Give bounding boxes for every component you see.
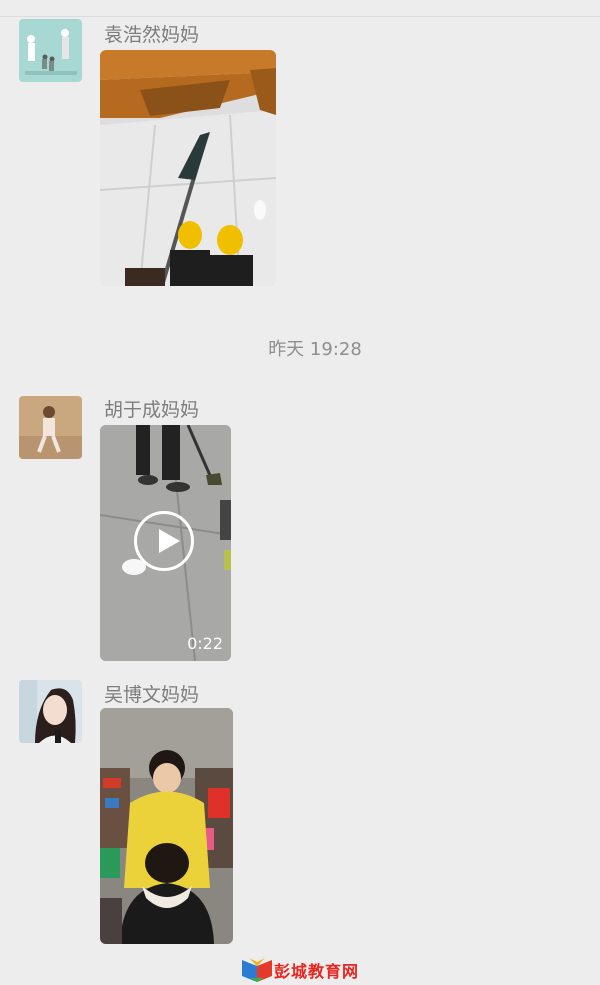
image-message[interactable]: [100, 708, 233, 944]
avatar[interactable]: [19, 680, 82, 743]
sender-name: 袁浩然妈妈: [104, 24, 200, 46]
avatar[interactable]: [19, 396, 82, 459]
sender-name: 吴博文妈妈: [104, 684, 200, 706]
video-message[interactable]: 0:22: [100, 425, 231, 661]
chat-page: 袁浩然妈妈 昨天 19:28 胡于成妈妈 0:22 吴博文妈妈 彭城教育网: [0, 0, 600, 985]
book-icon: [242, 958, 272, 982]
image-message[interactable]: [100, 50, 276, 286]
avatar[interactable]: [19, 19, 82, 82]
watermark: 彭城教育网: [240, 955, 359, 985]
play-icon[interactable]: [134, 511, 194, 571]
video-duration: 0:22: [187, 634, 223, 653]
watermark-text: 彭城教育网: [274, 962, 360, 981]
message-timestamp: 昨天 19:28: [268, 339, 362, 360]
divider: [0, 16, 600, 17]
sender-name: 胡于成妈妈: [104, 399, 200, 421]
